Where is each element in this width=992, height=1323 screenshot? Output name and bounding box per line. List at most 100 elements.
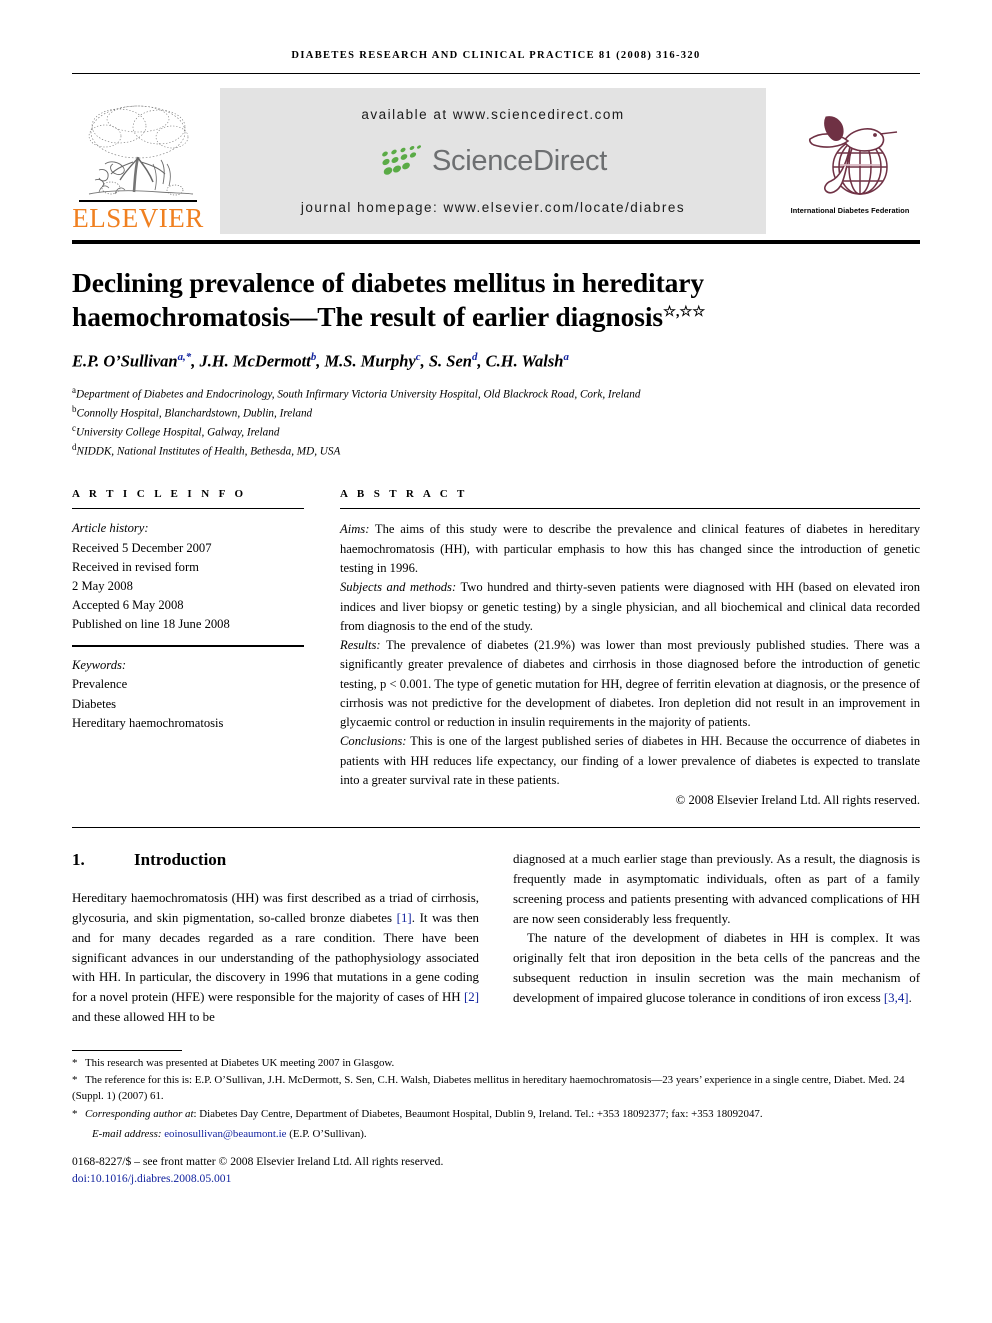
author-sup: a,* <box>177 351 192 364</box>
elsevier-logo: ELSEVIER <box>72 88 204 234</box>
body-columns: 1. Introduction Hereditary haemochromato… <box>72 850 920 1027</box>
email-label: E-mail address: <box>92 1128 162 1141</box>
email-link[interactable]: eoinosullivan@beaumont.ie <box>164 1128 286 1140</box>
header-rule <box>72 73 920 74</box>
idf-hummingbird-globe-icon <box>808 116 898 195</box>
history-item: Received 5 December 2007 <box>72 540 212 555</box>
body-left-column: 1. Introduction Hereditary haemochromato… <box>72 850 479 1027</box>
keywords-rule <box>72 645 304 648</box>
journal-article-page: DIABETES RESEARCH AND CLINICAL PRACTICE … <box>0 0 992 1323</box>
affiliation-item: cUniversity College Hospital, Galway, Ir… <box>72 422 920 441</box>
abstract-section-lead: Conclusions: <box>340 734 407 749</box>
abstract-copyright: © 2008 Elsevier Ireland Ltd. All rights … <box>675 793 920 808</box>
affiliation-item: dNIDDK, National Institutes of Health, B… <box>72 441 920 460</box>
available-at-text: available at www.sciencedirect.com <box>361 107 625 122</box>
history-item: Published on line 18 June 2008 <box>72 617 230 632</box>
author-sup: d <box>471 351 478 364</box>
citation-ref-2[interactable]: [2] <box>464 990 479 1004</box>
title-line-2: haemochromatosis—The result of earlier d… <box>72 301 664 333</box>
abstract-section-lead: Subjects and methods: <box>340 580 457 595</box>
footnote-text: This research was presented at Diabetes … <box>85 1056 395 1069</box>
abstract-section-text: The aims of this study were to describe … <box>340 522 920 575</box>
article-history-label: Article history: <box>72 521 149 536</box>
email-owner: (E.P. O’Sullivan). <box>289 1128 367 1141</box>
article-history: Article history: Received 5 December 200… <box>72 519 304 634</box>
body-paragraph: The nature of the development of diabete… <box>513 929 920 1008</box>
idf-logo: International Diabetes Federation <box>780 88 920 234</box>
abstract-section-text: The prevalence of diabetes (21.9%) was l… <box>340 638 920 730</box>
abstract-section: Subjects and methods: Two hundred and th… <box>340 578 920 636</box>
keyword-item: Diabetes <box>72 696 117 711</box>
section-heading: 1. Introduction <box>72 850 479 870</box>
author-sup: c <box>415 351 421 364</box>
issn-line: 0168-8227/$ – see front matter © 2008 El… <box>72 1155 444 1169</box>
abstract-column: A B S T R A C T Aims: The aims of this s… <box>340 488 920 810</box>
elsevier-logo-rule <box>79 200 197 202</box>
footnote-text: The reference for this is: E.P. O’Sulliv… <box>72 1074 905 1102</box>
abstract-bottom-rule <box>72 827 920 829</box>
title-footnote-marker: ☆,☆☆ <box>663 303 706 320</box>
abstract-body: Aims: The aims of this study were to des… <box>340 520 920 810</box>
sciencedirect-logo: ScienceDirect <box>379 144 607 178</box>
keywords-block: Keywords: Prevalence Diabetes Hereditary… <box>72 645 304 733</box>
keyword-item: Hereditary haemochromatosis <box>72 715 224 730</box>
footnote-rule <box>72 1049 182 1051</box>
footnotes: * This research was presented at Diabetes… <box>72 1056 920 1144</box>
author-name: J.H. McDermott <box>199 351 311 371</box>
affiliation-item: aDepartment of Diabetes and Endocrinolog… <box>72 384 920 403</box>
section-number: 1. <box>72 850 85 870</box>
body-right-column: diagnosed at a much earlier stage than p… <box>513 850 920 1027</box>
body-paragraph: Hereditary haemochromatosis (HH) was fir… <box>72 889 479 1027</box>
affiliation-list: aDepartment of Diabetes and Endocrinolog… <box>72 384 920 461</box>
title-line-1: Declining prevalence of diabetes mellitu… <box>72 267 705 298</box>
article-info-column: A R T I C L E I N F O Article history: R… <box>72 488 304 810</box>
footnote-text: : Diabetes Day Centre, Department of Dia… <box>193 1107 763 1120</box>
elsevier-wordmark: ELSEVIER <box>72 203 204 233</box>
abstract-section-lead: Aims: <box>340 522 370 537</box>
author-name: S. Sen <box>428 351 472 371</box>
info-abstract-region: A R T I C L E I N F O Article history: R… <box>72 488 920 810</box>
keywords-label: Keywords: <box>72 658 127 673</box>
running-head: DIABETES RESEARCH AND CLINICAL PRACTICE … <box>291 50 701 61</box>
article-info-rule <box>72 508 304 510</box>
affiliation-item: bConnolly Hospital, Blanchardstown, Dubl… <box>72 403 920 422</box>
affiliation-text: Connolly Hospital, Blanchardstown, Dubli… <box>76 407 313 420</box>
history-item: Accepted 6 May 2008 <box>72 598 184 612</box>
sciencedirect-wordmark: ScienceDirect <box>432 144 607 177</box>
paragraph-text: and these allowed HH to be <box>72 1009 215 1024</box>
citation-ref-1[interactable]: [1] <box>397 911 412 925</box>
masthead: ELSEVIER available at www.sciencedirect.… <box>72 88 920 234</box>
section-title: Introduction <box>134 850 227 870</box>
abstract-section: Conclusions: This is one of the largest … <box>340 732 920 790</box>
corresponding-author-label: Corresponding author at <box>85 1107 194 1120</box>
footnote-item: * Corresponding author at: Diabetes Day C… <box>72 1107 920 1123</box>
sciencedirect-banner: available at www.sciencedirect.com Scien… <box>220 88 766 234</box>
body-paragraph: diagnosed at a much earlier stage than p… <box>513 852 920 926</box>
keywords-list: Keywords: Prevalence Diabetes Hereditary… <box>72 656 304 733</box>
paragraph-text: The nature of the development of diabete… <box>513 931 920 1005</box>
author-sup: a <box>563 351 569 364</box>
citation-ref-3-4[interactable]: [3,4] <box>884 991 909 1005</box>
abstract-section-lead: Results: <box>340 638 381 653</box>
author-sup: b <box>310 351 317 364</box>
author-list: E.P. O’Sullivana,*, J.H. McDermottb, M.S… <box>72 351 569 371</box>
doi-link[interactable]: doi:10.1016/j.diabres.2008.05.001 <box>72 1171 920 1187</box>
keyword-item: Prevalence <box>72 677 128 692</box>
masthead-rule <box>72 240 920 244</box>
paragraph-text: . <box>908 990 912 1005</box>
abstract-section-text: This is one of the largest published ser… <box>340 734 920 787</box>
footnote-asterisk-icon: * <box>72 1107 78 1120</box>
footnote-item: * The reference for this is: E.P. O’Sulli… <box>72 1073 920 1104</box>
article-info-heading: A R T I C L E I N F O <box>72 488 247 501</box>
footnote-star-icon: * <box>72 1074 78 1087</box>
abstract-rule <box>340 508 920 510</box>
abstract-heading: A B S T R A C T <box>340 488 468 501</box>
idf-caption: International Diabetes Federation <box>790 206 910 215</box>
footnote-email-item: E-mail address: eoinosullivan@beaumont.i… <box>72 1127 920 1143</box>
affiliation-text: NIDDK, National Institutes of Health, Be… <box>76 445 341 458</box>
abstract-section: Aims: The aims of this study were to des… <box>340 520 920 578</box>
history-item: 2 May 2008 <box>72 578 133 593</box>
imprint-block: 0168-8227/$ – see front matter © 2008 El… <box>72 1154 920 1187</box>
journal-homepage-text: journal homepage: www.elsevier.com/locat… <box>300 200 686 215</box>
history-item: Received in revised form <box>72 559 199 574</box>
